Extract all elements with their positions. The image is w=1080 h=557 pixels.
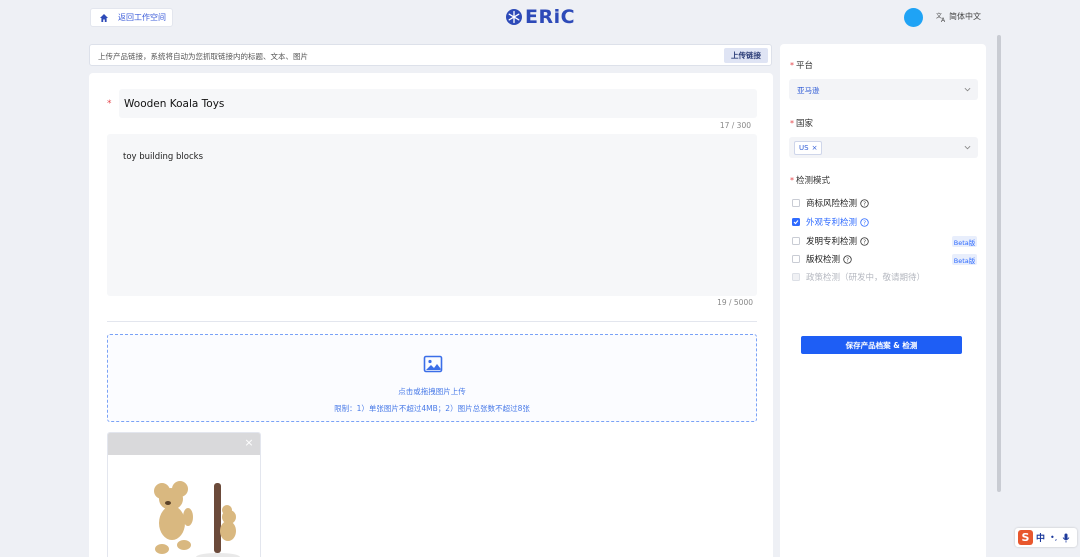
help-icon[interactable]: ? <box>860 198 869 208</box>
description-char-count: 19 / 5000 <box>717 298 753 307</box>
upload-instruction: 点击或拖拽图片上传 <box>398 387 466 396</box>
ime-punctuation[interactable]: •, <box>1050 533 1057 542</box>
checkbox[interactable] <box>792 199 800 207</box>
image-thumbnail[interactable]: × <box>107 432 261 557</box>
back-label: 返回工作空间 <box>118 13 166 22</box>
home-icon <box>100 13 108 22</box>
checkbox-checked[interactable] <box>792 218 800 226</box>
option-policy: 政策检测（研发中，敬请期待） <box>792 271 925 283</box>
language-label: 简体中文 <box>949 12 981 21</box>
product-title-input[interactable]: Wooden Koala Toys <box>119 89 757 118</box>
divider <box>107 321 757 322</box>
help-icon[interactable]: ? <box>843 254 852 264</box>
chevron-down-icon <box>964 87 971 92</box>
svg-text:A: A <box>941 17 946 22</box>
image-icon <box>423 355 443 373</box>
scrollbar[interactable] <box>997 35 1001 492</box>
required-mark: * <box>790 119 794 128</box>
ime-logo: S <box>1018 530 1033 545</box>
svg-text:?: ? <box>846 257 849 263</box>
description-text: toy building blocks <box>123 152 203 162</box>
help-icon[interactable]: ? <box>860 236 869 246</box>
beta-badge: Beta版 <box>952 236 977 247</box>
chevron-down-icon <box>964 145 971 150</box>
koala-toy-image <box>154 481 240 557</box>
option-copyright[interactable]: 版权检测 ? <box>792 253 852 265</box>
option-invention-patent[interactable]: 发明专利检测 ? <box>792 235 869 247</box>
ime-mode[interactable]: 中 <box>1036 531 1045 544</box>
required-mark: * <box>107 98 112 109</box>
thumbnail-header <box>108 433 260 455</box>
back-to-workspace-button[interactable]: 返回工作空间 <box>90 8 173 27</box>
svg-text:?: ? <box>863 220 866 226</box>
detection-settings-panel: * 平台 亚马逊 * 国家 US × * 检测模式 商标风险检测 ? 外观专利检测 ?… <box>780 44 986 557</box>
translate-icon: 文 A <box>936 12 946 22</box>
logo-text: ERiC <box>525 6 576 28</box>
title-char-count: 17 / 300 <box>719 121 751 130</box>
logo-snowflake-icon <box>506 9 522 25</box>
mode-label: * 检测模式 <box>790 176 831 186</box>
required-mark: * <box>790 61 794 70</box>
product-form-panel: * Wooden Koala Toys 17 / 300 toy buildin… <box>89 73 773 557</box>
microphone-icon[interactable] <box>1062 533 1070 543</box>
product-description-textarea[interactable]: toy building blocks <box>107 134 757 296</box>
option-trademark[interactable]: 商标风险检测 ? <box>792 197 869 209</box>
checkbox[interactable] <box>792 237 800 245</box>
upload-link-button[interactable]: 上传链接 <box>724 48 768 63</box>
platform-select[interactable]: 亚马逊 <box>789 79 978 100</box>
eric-logo: ERiC <box>505 5 575 29</box>
product-link-input[interactable]: 上传产品链接，系统将自动为您抓取链接内的标题、文本、图片 上传链接 <box>89 44 772 66</box>
image-upload-dropzone[interactable]: 点击或拖拽图片上传 限制：1）单张图片不超过4MB；2）图片总张数不超过8张 <box>107 334 757 422</box>
language-switcher[interactable]: 文 A 简体中文 <box>936 11 981 22</box>
ime-toolbar[interactable]: S 中 •, <box>1015 528 1077 547</box>
title-row: * Wooden Koala Toys <box>107 89 757 118</box>
required-mark: * <box>790 176 794 185</box>
country-label: * 国家 <box>790 119 814 129</box>
upload-limit-text: 限制：1）单张图片不超过4MB；2）图片总张数不超过8张 <box>334 404 530 413</box>
platform-value: 亚马逊 <box>797 86 820 95</box>
platform-label: * 平台 <box>790 61 814 71</box>
option-design-patent[interactable]: 外观专利检测 ? <box>792 216 869 228</box>
avatar[interactable] <box>904 8 923 27</box>
checkbox[interactable] <box>792 255 800 263</box>
country-select[interactable]: US × <box>789 137 978 158</box>
svg-text:?: ? <box>863 201 866 207</box>
save-and-detect-button[interactable]: 保存产品档案 & 检测 <box>801 336 962 354</box>
check-icon <box>793 220 799 225</box>
help-icon[interactable]: ? <box>860 217 869 227</box>
country-tag: US × <box>794 141 823 155</box>
close-icon[interactable]: × <box>243 437 255 449</box>
beta-badge: Beta版 <box>952 254 977 265</box>
product-link-placeholder: 上传产品链接，系统将自动为您抓取链接内的标题、文本、图片 <box>98 52 308 61</box>
tag-remove-icon[interactable]: × <box>812 144 818 152</box>
svg-text:?: ? <box>863 239 866 245</box>
checkbox-disabled <box>792 273 800 281</box>
